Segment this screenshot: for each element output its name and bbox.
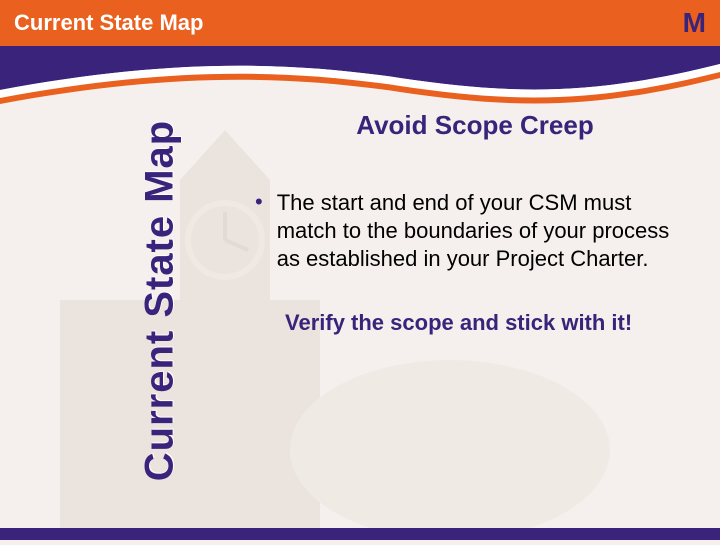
- wave-decoration: [0, 46, 720, 106]
- phase-letter: M: [683, 7, 706, 39]
- bullet-item: • The start and end of your CSM must mat…: [255, 189, 695, 273]
- slide-title: Avoid Scope Creep: [255, 110, 695, 141]
- header-title: Current State Map: [14, 10, 203, 36]
- header-bar: Current State Map M: [0, 0, 720, 46]
- emphasis-text: Verify the scope and stick with it!: [285, 309, 695, 337]
- sidebar-vertical-label: Current State Map: [120, 100, 200, 500]
- slide-content: Avoid Scope Creep • The start and end of…: [255, 110, 695, 337]
- footer-strip: [0, 528, 720, 540]
- bullet-text: The start and end of your CSM must match…: [277, 189, 695, 273]
- bullet-dot-icon: •: [255, 189, 263, 215]
- sidebar-text: Current State Map: [138, 119, 183, 481]
